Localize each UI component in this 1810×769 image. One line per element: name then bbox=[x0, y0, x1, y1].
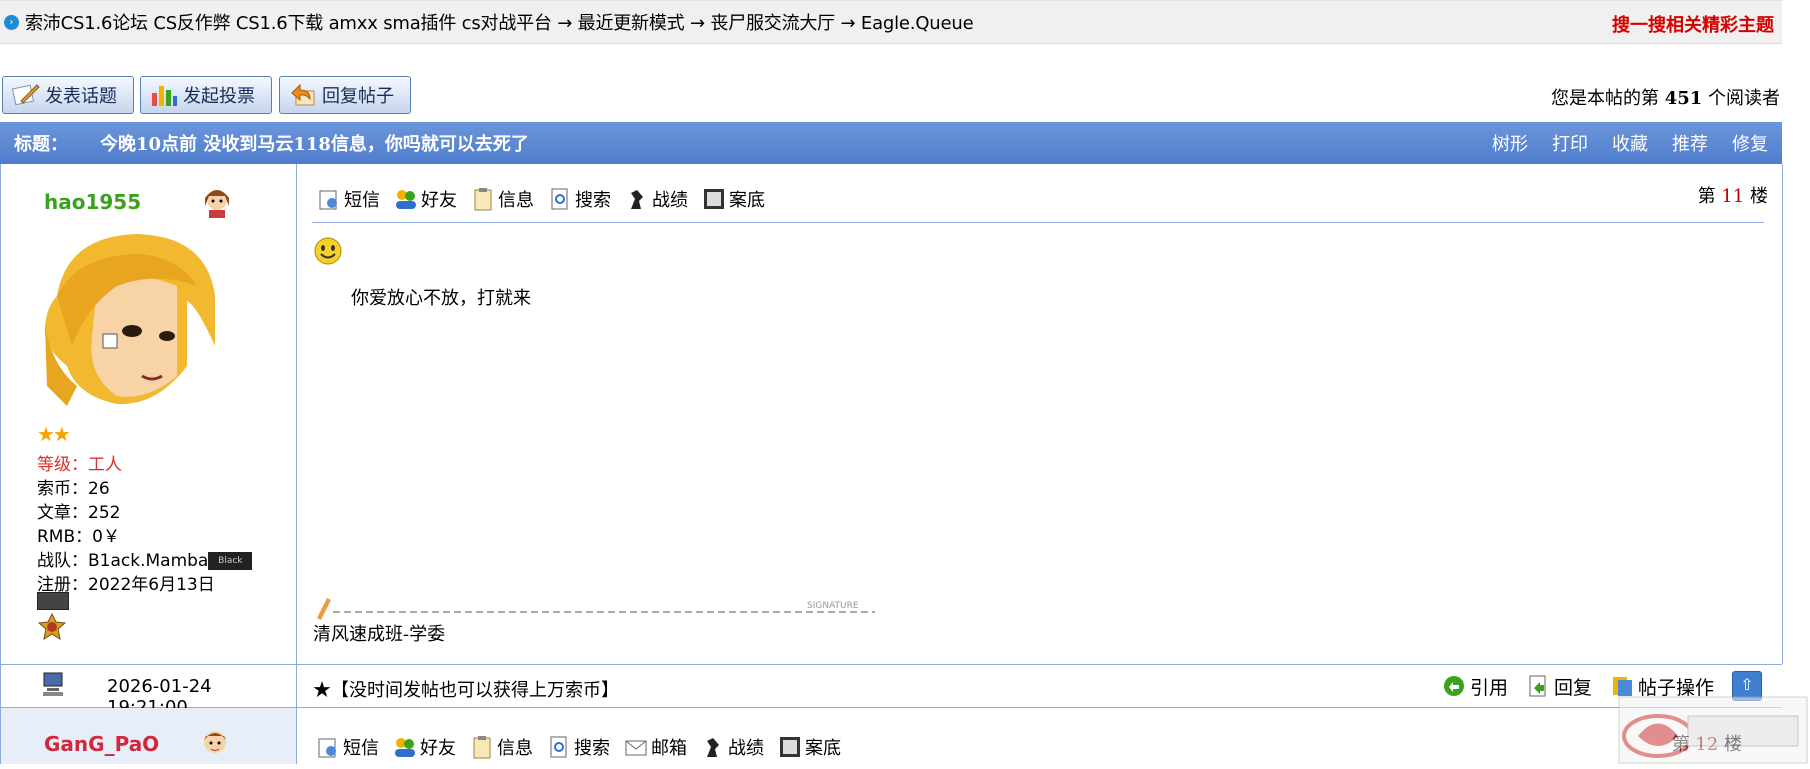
user-info-panel: hao1955 ★★ 等级：工人 索币：26 文章：252 RMB：0￥ 战队：… bbox=[1, 164, 297, 664]
team-badge: Black bbox=[208, 552, 253, 570]
female-avatar-icon bbox=[197, 184, 237, 218]
site-watermark-logo bbox=[1618, 696, 1808, 764]
friend-button-2[interactable]: 好友 bbox=[393, 734, 456, 760]
post-floor-11: hao1955 ★★ 等级：工人 索币：26 文章：252 RMB：0￥ 战队：… bbox=[0, 164, 1783, 664]
reply-doc-icon bbox=[1526, 674, 1550, 698]
message-icon bbox=[317, 187, 341, 211]
search-button-2[interactable]: 搜索 bbox=[547, 734, 610, 760]
reply-post-button[interactable]: 回复帖子 bbox=[279, 76, 411, 114]
team-row: 战队：B1ack.Mamba Black bbox=[37, 546, 253, 571]
favorite-link[interactable]: 收藏 bbox=[1612, 130, 1648, 156]
record-button[interactable]: 战绩 bbox=[625, 186, 688, 212]
grade-value: 工人 bbox=[88, 455, 122, 475]
quote-icon bbox=[1442, 674, 1466, 698]
post-meta: 2026-01-24 19:21:00 bbox=[1, 665, 297, 718]
clipboard-icon bbox=[471, 187, 495, 211]
new-poll-button[interactable]: 发起投票 bbox=[140, 76, 272, 114]
new-topic-button[interactable]: 发表话题 bbox=[2, 76, 134, 114]
tree-view-link[interactable]: 树形 bbox=[1492, 130, 1528, 156]
topic-title-bar: 标题： 今晚10点前 没收到马云118信息，你吗就可以去死了 树形 打印 收藏 … bbox=[0, 122, 1782, 164]
articles-row: 文章：252 bbox=[37, 503, 121, 523]
medal-badge-icon bbox=[37, 612, 67, 642]
ad-link[interactable]: ★【没时间发帖也可以获得上万索币】 bbox=[313, 676, 619, 702]
register-date: 2022年6月13日 bbox=[88, 575, 215, 595]
search-button[interactable]: 搜索 bbox=[548, 186, 611, 212]
message-icon bbox=[316, 735, 340, 759]
soldier-icon bbox=[625, 187, 649, 211]
user-avatar bbox=[37, 226, 227, 412]
floor-number: 第 11 楼 bbox=[1697, 186, 1768, 207]
post-content: 你爱放心不放，打就来 bbox=[351, 288, 531, 309]
clipboard-icon bbox=[470, 735, 494, 759]
breadcrumb-bar: › 索沛CS1.6论坛 CS反作弊 CS1.6下载 amxx sma插件 cs对… bbox=[0, 0, 1782, 44]
signature-text: 清风速成班-学委 bbox=[313, 624, 446, 645]
post-body: 短信 好友 信息 搜索 战绩 案底 第 11 楼 你爱放心不放，打就来 SIGN… bbox=[297, 164, 1783, 664]
record-history-button-2[interactable]: 案底 bbox=[778, 734, 841, 760]
arrow-circle-icon: › bbox=[4, 14, 19, 30]
pen-paper-icon bbox=[11, 81, 41, 109]
friends-icon bbox=[394, 187, 418, 211]
male-avatar-icon bbox=[197, 724, 233, 760]
post-toolbar: 短信 好友 信息 搜索 战绩 案底 bbox=[317, 186, 765, 212]
print-link[interactable]: 打印 bbox=[1552, 130, 1588, 156]
medal-bar-icon bbox=[37, 592, 69, 610]
new-topic-label: 发表话题 bbox=[45, 86, 117, 107]
new-poll-label: 发起投票 bbox=[183, 86, 255, 107]
operations-icon bbox=[1610, 674, 1634, 698]
mailbox-button[interactable]: 邮箱 bbox=[624, 734, 687, 760]
soldier-icon bbox=[701, 735, 725, 759]
username[interactable]: hao1955 bbox=[44, 190, 141, 214]
breadcrumb[interactable]: 索沛CS1.6论坛 CS反作弊 CS1.6下载 amxx sma插件 cs对战平… bbox=[25, 9, 974, 35]
title-label: 标题： bbox=[14, 134, 68, 155]
post-floor-12: GanG_PaO 短信 好友 信息 搜索 邮箱 战绩 案底 bbox=[0, 708, 1782, 764]
grade-row: 等级：工人 bbox=[37, 455, 122, 475]
film-icon bbox=[702, 187, 726, 211]
reader-count: 您是本帖的第 451 个阅读者 bbox=[1550, 88, 1780, 109]
user-info-panel-2: GanG_PaO bbox=[0, 708, 297, 764]
info-button-2[interactable]: 信息 bbox=[470, 734, 533, 760]
message-button[interactable]: 短信 bbox=[317, 186, 380, 212]
quote-button[interactable]: 引用 bbox=[1442, 673, 1508, 700]
repair-link[interactable]: 修复 bbox=[1732, 130, 1768, 156]
coins-row: 索币：26 bbox=[37, 479, 110, 499]
rmb-value: 0￥ bbox=[92, 527, 120, 547]
smiley-icon bbox=[313, 236, 343, 266]
username-2[interactable]: GanG_PaO bbox=[44, 732, 159, 756]
envelope-icon bbox=[624, 735, 648, 759]
message-button-2[interactable]: 短信 bbox=[316, 734, 379, 760]
topic-subject: 今晚10点前 没收到马云118信息，你吗就可以去死了 bbox=[100, 134, 529, 155]
reply-button[interactable]: 回复 bbox=[1526, 673, 1592, 700]
friends-icon bbox=[393, 735, 417, 759]
team-value[interactable]: B1ack.Mamba bbox=[88, 551, 208, 571]
signature-tag: SIGNATURE bbox=[807, 601, 859, 611]
computer-icon bbox=[41, 671, 65, 697]
search-doc-icon bbox=[547, 735, 571, 759]
friend-button[interactable]: 好友 bbox=[394, 186, 457, 212]
rmb-row: RMB：0￥ bbox=[37, 527, 120, 547]
coins-value: 26 bbox=[88, 479, 110, 499]
film-icon bbox=[778, 735, 802, 759]
info-button[interactable]: 信息 bbox=[471, 186, 534, 212]
recommend-link[interactable]: 推荐 bbox=[1672, 130, 1708, 156]
search-related-link[interactable]: 搜一搜相关精彩主题 bbox=[1612, 11, 1774, 37]
topic-actions: 树形 打印 收藏 推荐 修复 bbox=[1492, 122, 1768, 164]
record-history-button[interactable]: 案底 bbox=[702, 186, 765, 212]
toolbar-divider bbox=[312, 222, 1764, 223]
rank-stars: ★★ bbox=[37, 422, 71, 446]
reply-post-label: 回复帖子 bbox=[322, 86, 394, 107]
bar-chart-icon bbox=[149, 81, 179, 109]
reply-arrow-icon bbox=[288, 81, 318, 109]
reader-number: 451 bbox=[1664, 88, 1703, 109]
articles-value: 252 bbox=[88, 503, 121, 523]
post-footer: 2026-01-24 19:21:00 ★【没时间发帖也可以获得上万索币】 引用… bbox=[0, 664, 1782, 718]
post-toolbar-2: 短信 好友 信息 搜索 邮箱 战绩 案底 bbox=[316, 734, 841, 760]
search-doc-icon bbox=[548, 187, 572, 211]
record-button-2[interactable]: 战绩 bbox=[701, 734, 764, 760]
